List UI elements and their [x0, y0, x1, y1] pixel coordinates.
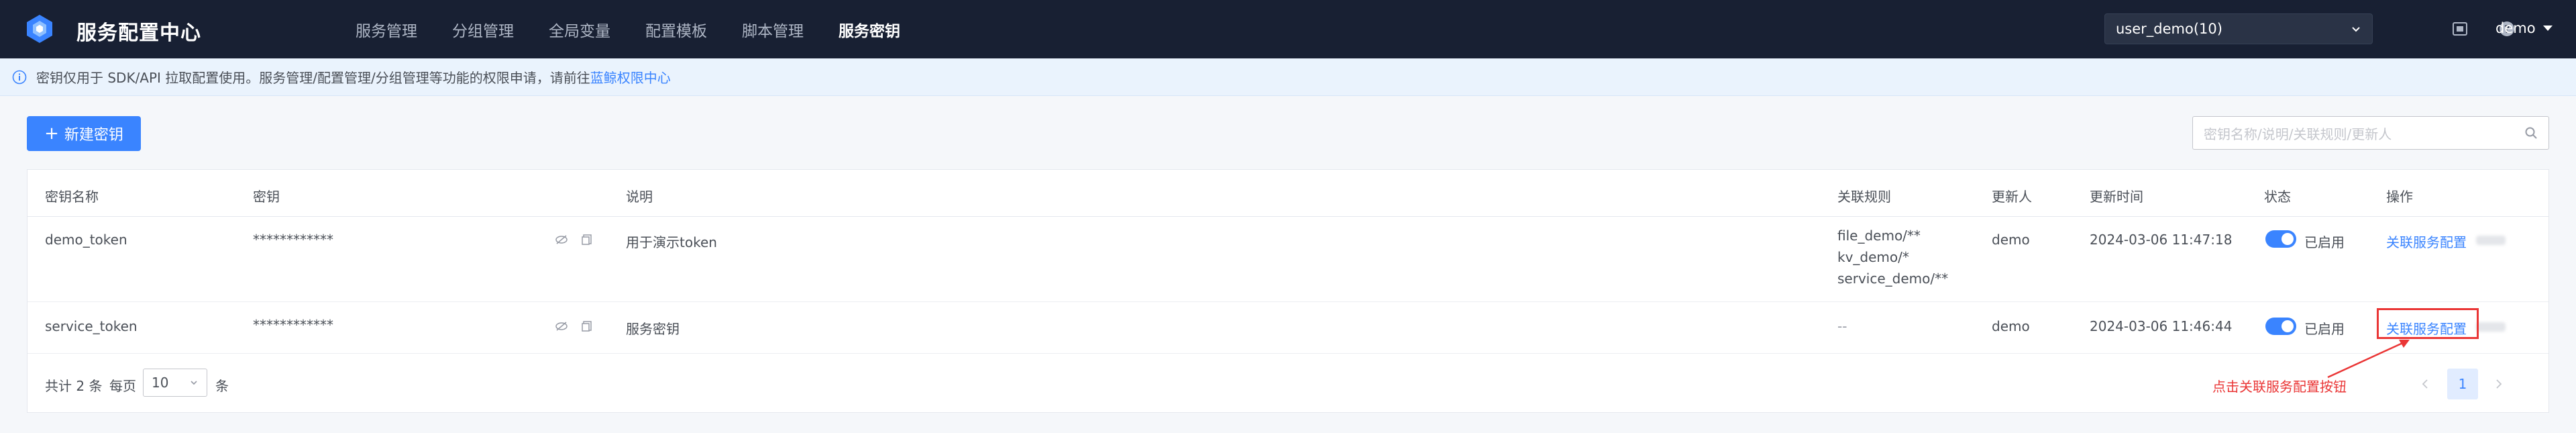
info-icon [12, 70, 27, 84]
app-logo-icon [27, 15, 52, 43]
new-key-label: 新建密钥 [64, 127, 123, 144]
updater: demo [1992, 232, 2030, 248]
delete-button-blurred[interactable] [2476, 236, 2506, 245]
rule-item: kv_demo/* [1837, 249, 1909, 265]
new-key-button[interactable]: + 新建密钥 [27, 116, 141, 151]
key-description: 用于演示token [626, 234, 717, 250]
nav-group-management[interactable]: 分组管理 [452, 18, 514, 41]
delete-button-blurred[interactable] [2476, 322, 2506, 332]
search-input[interactable]: 密钥名称/说明/关联规则/更新人 [2192, 116, 2549, 150]
prev-page-icon[interactable] [2420, 378, 2432, 390]
total-count: 共计 2 条 [45, 378, 103, 394]
col-secret: 密钥 [253, 189, 280, 205]
nav-script-management[interactable]: 脚本管理 [742, 18, 804, 41]
docs-icon[interactable] [2451, 20, 2469, 38]
col-updated-at: 更新时间 [2090, 189, 2143, 205]
top-header: 服务配置中心 服务管理 分组管理 全局变量 配置模板 脚本管理 服务密钥 use… [0, 0, 2576, 58]
per-page-label: 每页 [109, 378, 136, 394]
key-name: service_token [45, 318, 138, 334]
permission-center-link[interactable]: 蓝鲸权限中心 [590, 67, 671, 87]
page-size-select[interactable]: 10 [143, 369, 207, 397]
table-row: demo_token ************ 用于演示token file_d… [28, 217, 2548, 302]
status-toggle[interactable] [2265, 318, 2296, 335]
eye-hidden-icon[interactable] [555, 320, 568, 333]
table-header: 密钥名称 密钥 说明 关联规则 更新人 更新时间 状态 操作 [28, 170, 2548, 217]
business-select[interactable]: user_demo(10) [2104, 13, 2373, 44]
status-label: 已启用 [2304, 321, 2345, 337]
key-description: 服务密钥 [626, 321, 680, 337]
updated-at: 2024-03-06 11:46:44 [2090, 318, 2233, 334]
nav-config-templates[interactable]: 配置模板 [645, 18, 707, 41]
status-toggle[interactable] [2265, 230, 2296, 248]
status-label: 已启用 [2304, 234, 2345, 250]
search-icon [2525, 127, 2537, 139]
updater: demo [1992, 318, 2030, 334]
user-menu[interactable]: demo [2496, 20, 2553, 36]
rule-item: -- [1837, 318, 1847, 334]
next-page-icon[interactable] [2492, 378, 2504, 390]
info-notice: 密钥仅用于 SDK/API 拉取配置使用。服务管理/配置管理/分组管理等功能的权… [0, 58, 2576, 96]
notice-text: 密钥仅用于 SDK/API 拉取配置使用。服务管理/配置管理/分组管理等功能的权… [36, 70, 590, 86]
key-secret: ************ [253, 232, 333, 248]
table-row: service_token ************ 服务密钥 -- demo … [28, 302, 2548, 354]
plus-icon: + [44, 124, 59, 144]
chevron-down-icon [191, 381, 197, 385]
key-secret: ************ [253, 317, 333, 333]
col-actions: 操作 [2386, 189, 2413, 205]
rule-item: file_demo/** [1837, 228, 1921, 244]
app-title: 服务配置中心 [76, 21, 201, 45]
updated-at: 2024-03-06 11:47:18 [2090, 232, 2233, 248]
nav-service-keys[interactable]: 服务密钥 [839, 18, 900, 41]
col-updater: 更新人 [1992, 189, 2032, 205]
col-status: 状态 [2264, 189, 2291, 205]
annotation-highlight-box [2377, 308, 2479, 339]
search-placeholder: 密钥名称/说明/关联规则/更新人 [2204, 126, 2392, 142]
annotation-text: 点击关联服务配置按钮 [2212, 379, 2347, 395]
per-page-unit: 条 [215, 378, 229, 394]
key-name: demo_token [45, 232, 127, 248]
user-name: demo [2496, 20, 2536, 36]
copy-icon[interactable] [580, 320, 594, 333]
page-number-current[interactable]: 1 [2447, 369, 2478, 399]
chevron-down-icon [2352, 27, 2360, 32]
nav-global-variables[interactable]: 全局变量 [549, 18, 610, 41]
keys-table: 密钥名称 密钥 说明 关联规则 更新人 更新时间 状态 操作 demo_toke… [27, 169, 2549, 413]
caret-down-icon [2542, 26, 2553, 31]
main-nav: 服务管理 分组管理 全局变量 配置模板 脚本管理 服务密钥 [356, 0, 935, 58]
col-rules: 关联规则 [1837, 189, 1891, 205]
col-description: 说明 [626, 189, 653, 205]
copy-icon[interactable] [580, 233, 594, 246]
business-select-value: user_demo(10) [2116, 21, 2222, 37]
page-size-value: 10 [152, 375, 169, 391]
link-service-config-button[interactable]: 关联服务配置 [2386, 232, 2467, 251]
table-footer: 共计 2 条 每页 10 条 1 [28, 354, 2548, 413]
nav-service-management[interactable]: 服务管理 [356, 18, 417, 41]
col-name: 密钥名称 [45, 189, 99, 205]
eye-hidden-icon[interactable] [555, 233, 568, 246]
rule-item: service_demo/** [1837, 271, 1949, 287]
